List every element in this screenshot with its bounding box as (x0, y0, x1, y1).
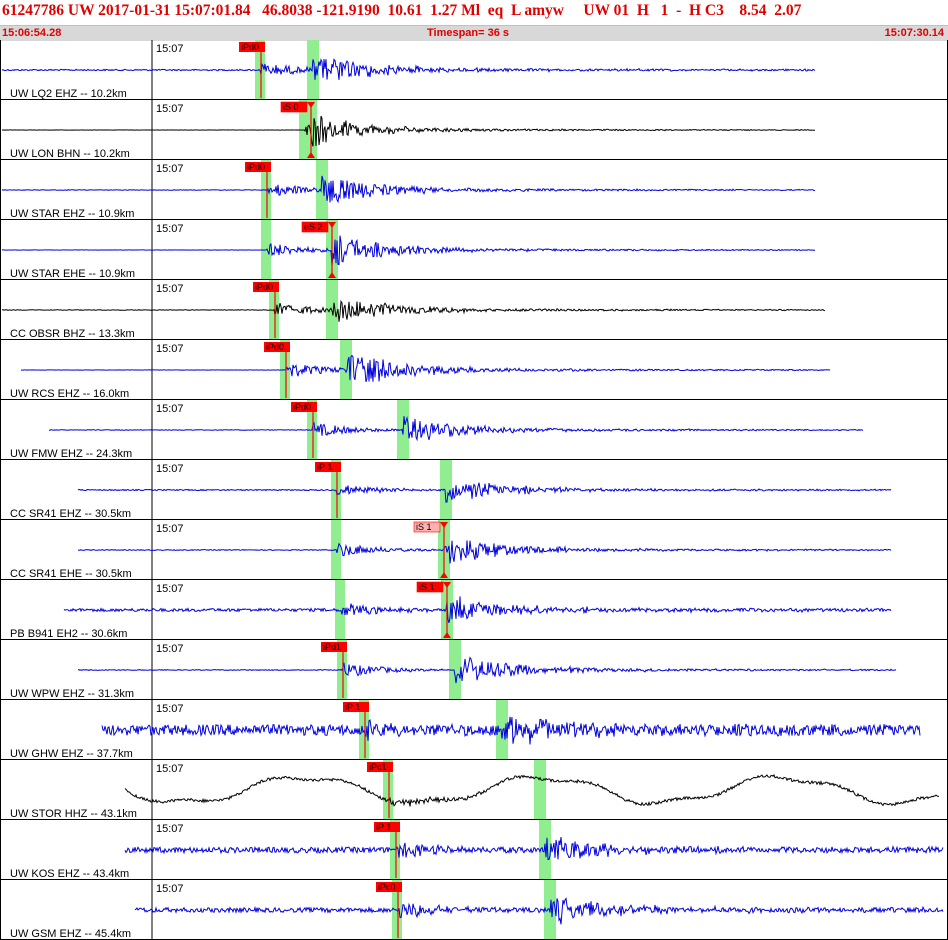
p-pick-label: iP 1 (345, 702, 360, 712)
p-pick-label: iP 1 (376, 822, 391, 832)
seismogram-trace[interactable] (49, 416, 864, 442)
channel-label: UW GHW EHZ -- 37.7km (10, 748, 133, 760)
channel-label: UW WPW EHZ -- 31.3km (10, 688, 134, 700)
s-pick-label: iS 1 (419, 582, 435, 592)
minute-tick-label: 15:07 (156, 643, 184, 655)
s-window-highlight (534, 760, 546, 820)
minute-tick-label: 15:07 (156, 343, 184, 355)
minute-tick-label: 15:07 (156, 763, 184, 775)
waveform-panel[interactable]: 15:07 iPd0 UW LQ2 EHZ -- 10.2km 15:07 iS 0 UW… (0, 40, 948, 940)
p-pick-label: iPd0 (255, 282, 273, 292)
minute-tick-label: 15:07 (156, 883, 184, 895)
p-pick-label: iPd0 (247, 162, 265, 172)
minute-tick-label: 15:07 (156, 43, 184, 55)
s-pick-label: iS 0 (283, 102, 299, 112)
channel-label: UW GSM EHZ -- 45.4km (10, 928, 131, 940)
p-pick-label: iPc0 (378, 882, 396, 892)
channel-label: UW KOS EHZ -- 43.4km (10, 868, 129, 880)
seismogram-trace[interactable] (77, 482, 892, 503)
channel-label: UW STAR EHE -- 10.9km (10, 268, 135, 280)
channel-label: UW STAR EHZ -- 10.9km (10, 208, 134, 220)
seismogram-trace[interactable] (1, 235, 816, 267)
minute-tick-label: 15:07 (156, 403, 184, 415)
minute-tick-label: 15:07 (156, 283, 184, 295)
channel-label: UW FMW EHZ -- 24.3km (10, 448, 132, 460)
minute-tick-label: 15:07 (156, 103, 184, 115)
event-summary-title: 61247786 UW 2017-01-31 15:07:01.84 46.80… (2, 2, 802, 19)
p-pick-label: iPd0 (241, 42, 259, 52)
p-pick-label: iP 1 (317, 462, 332, 472)
seismogram-trace[interactable] (1, 115, 816, 147)
channel-label: CC SR41 EHE -- 30.5km (10, 568, 132, 580)
end-time-label: 15:07:30.14 (884, 27, 944, 39)
seismogram-trace[interactable] (1, 58, 816, 80)
channel-label: UW STOR HHZ -- 43.1km (10, 808, 137, 820)
channel-label: CC SR41 EHZ -- 30.5km (10, 508, 131, 520)
seismogram-trace[interactable] (77, 540, 892, 564)
seismogram-trace[interactable] (63, 596, 892, 623)
seismogram-trace[interactable] (1, 175, 816, 204)
minute-tick-label: 15:07 (156, 823, 184, 835)
start-time-label: 15:06:54.28 (2, 27, 62, 39)
seismogram-trace[interactable] (124, 837, 944, 860)
seismogram-trace[interactable] (77, 656, 897, 684)
minute-tick-label: 15:07 (156, 163, 184, 175)
p-pick-label: iPd0 (266, 342, 284, 352)
s-pick-label: eS 2 (304, 222, 323, 232)
seismogram-trace[interactable] (124, 773, 939, 807)
time-ruler-bar: 15:06:54.28 Timespan= 36 s 15:07:30.14 (0, 25, 948, 41)
p-pick-label: iPd0 (293, 402, 311, 412)
minute-tick-label: 15:07 (156, 463, 184, 475)
p-pick-label: iPc1 (369, 762, 387, 772)
channel-label: UW RCS EHZ -- 16.0km (10, 388, 129, 400)
seismogram-trace[interactable] (101, 716, 921, 745)
minute-tick-label: 15:07 (156, 583, 184, 595)
minute-tick-label: 15:07 (156, 523, 184, 535)
seismogram-trace[interactable] (2, 299, 826, 322)
channel-label: UW LQ2 EHZ -- 10.2km (10, 88, 127, 100)
minute-tick-label: 15:07 (156, 703, 184, 715)
seismogram-trace[interactable] (134, 897, 944, 925)
channel-label: UW LON BHN -- 10.2km (10, 148, 130, 160)
seismogram-trace[interactable] (21, 354, 831, 383)
s-pick-label: iS 1 (416, 522, 432, 532)
channel-label: CC OBSR BHZ -- 13.3km (10, 328, 135, 340)
minute-tick-label: 15:07 (156, 223, 184, 235)
p-pick-label: iPd1 (323, 642, 341, 652)
timespan-label: Timespan= 36 s (427, 27, 510, 39)
channel-label: PB B941 EH2 -- 30.6km (10, 628, 127, 640)
event-header: 61247786 UW 2017-01-31 15:07:01.84 46.80… (0, 0, 948, 41)
